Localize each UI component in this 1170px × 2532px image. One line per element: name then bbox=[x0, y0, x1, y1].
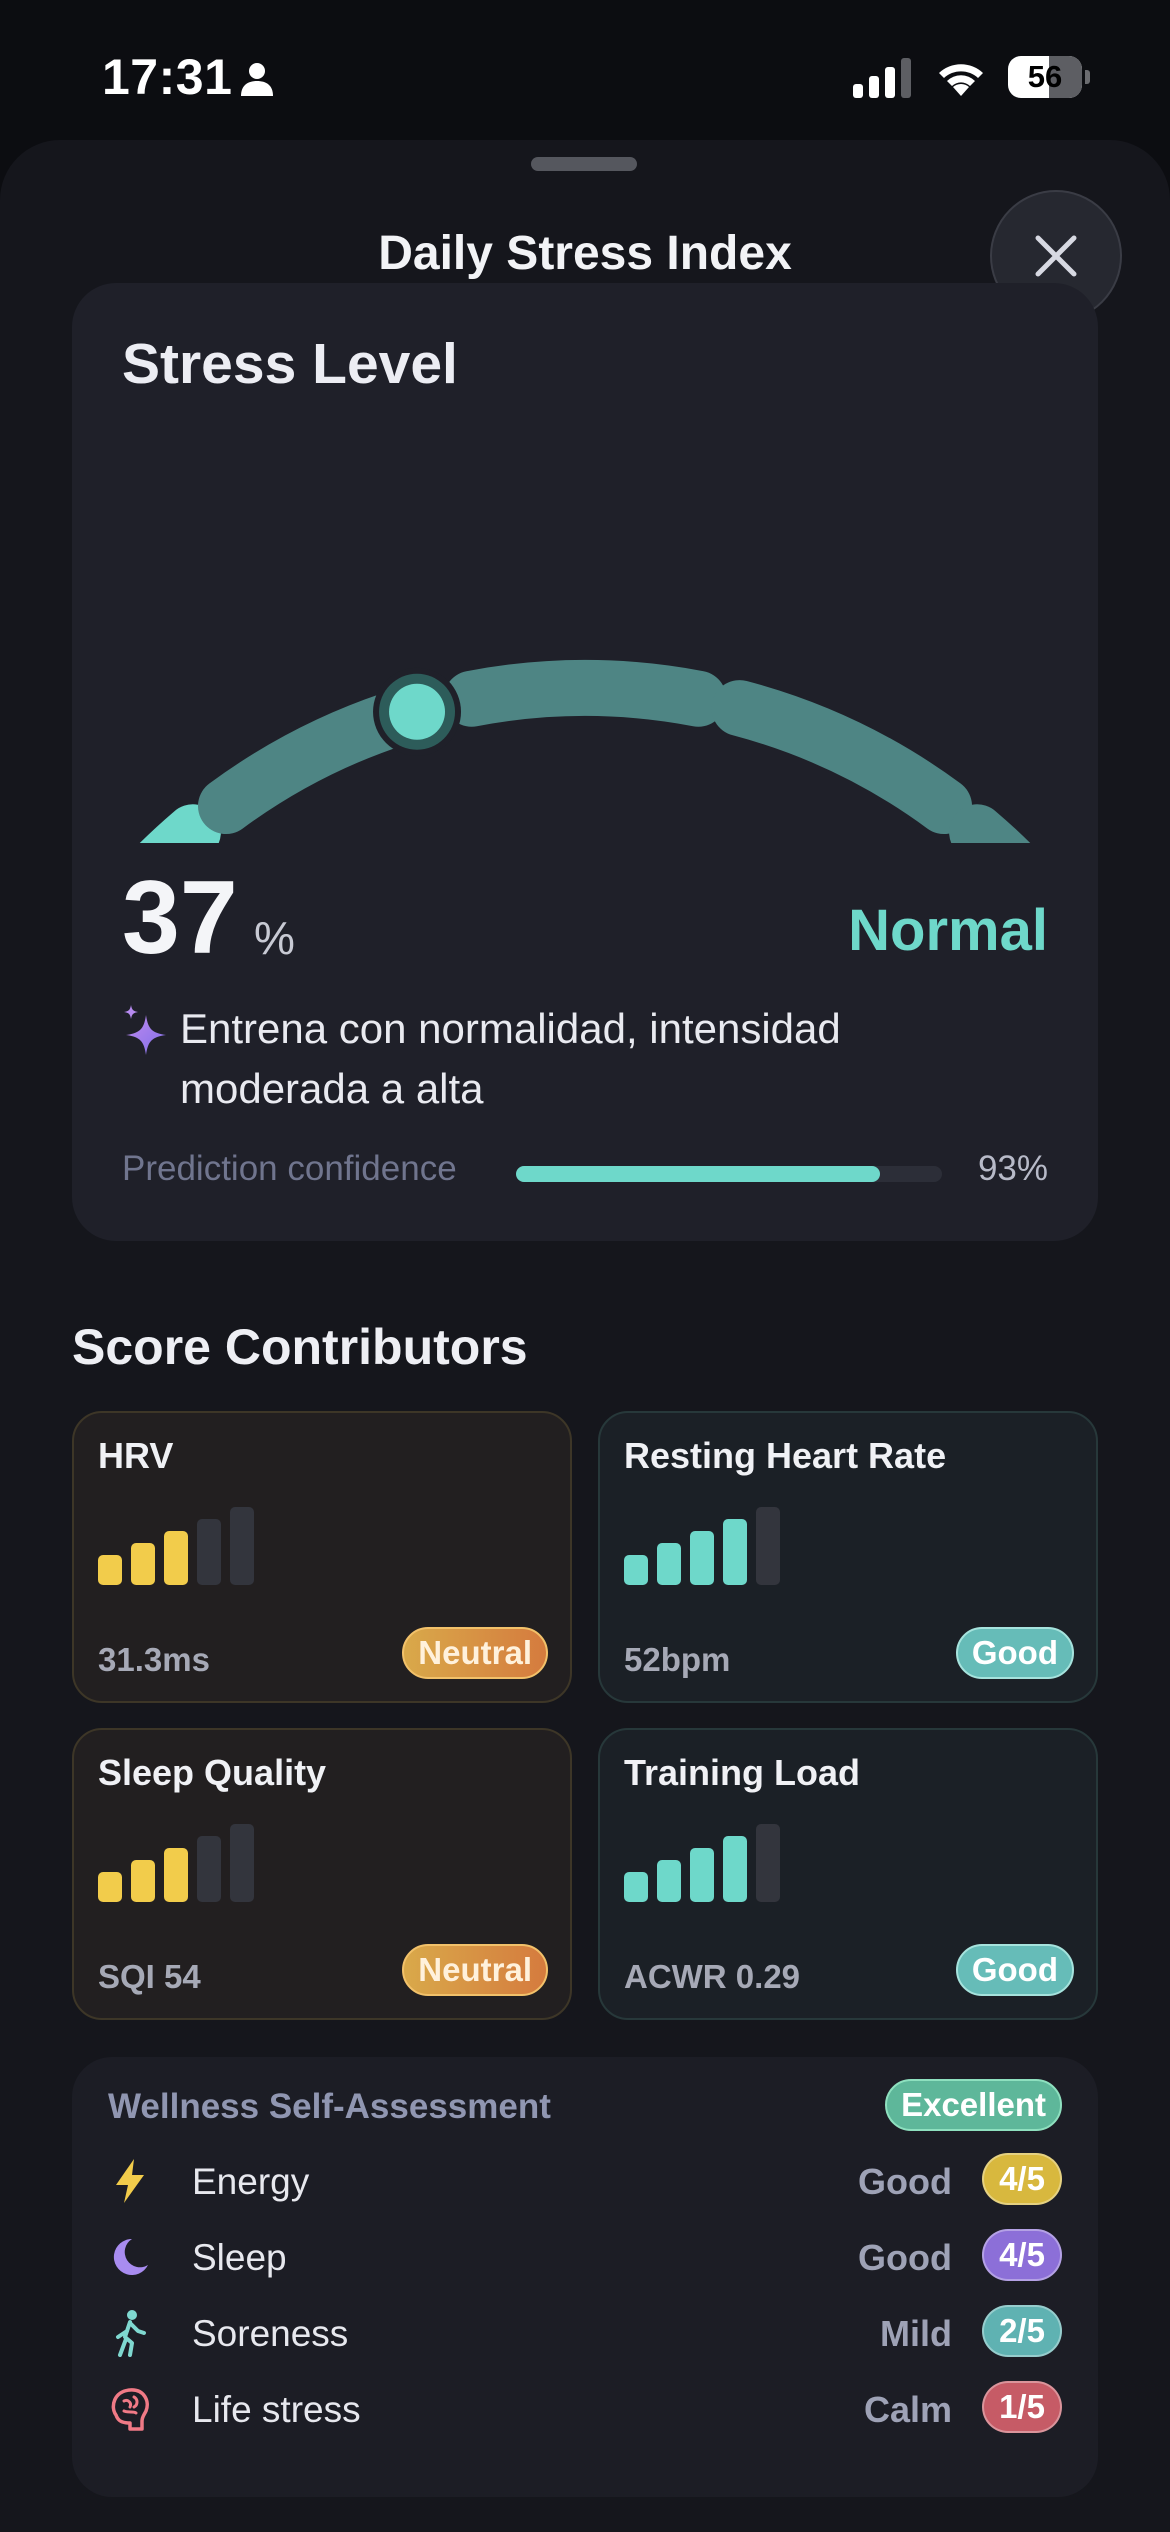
level-bar bbox=[624, 1555, 648, 1585]
contributor-name: HRV bbox=[98, 1435, 174, 1476]
level-bar bbox=[756, 1824, 780, 1902]
person-icon bbox=[241, 63, 273, 96]
wellness-status: Calm bbox=[863, 2389, 952, 2430]
lightning-icon bbox=[116, 2159, 144, 2203]
gauge-segment-5 bbox=[949, 804, 1031, 843]
confidence-bar-fill bbox=[516, 1166, 881, 1182]
level-bar bbox=[98, 1872, 122, 1902]
level-bar bbox=[131, 1543, 155, 1585]
gauge-segment-3 bbox=[443, 660, 727, 727]
level-bar bbox=[230, 1507, 254, 1585]
contributor-card-sleep-quality[interactable]: Sleep Quality SQI 54 Neutral bbox=[72, 1728, 572, 2020]
contributor-badge: Neutral bbox=[402, 1627, 548, 1679]
wellness-status: Good bbox=[858, 2237, 952, 2278]
battery-level: 56 bbox=[1027, 59, 1063, 94]
level-bar bbox=[624, 1872, 648, 1902]
sheet-grabber[interactable] bbox=[531, 157, 637, 171]
wellness-status: Mild bbox=[880, 2313, 952, 2354]
wellness-row-soreness: Soreness Mild 2/5 bbox=[108, 2301, 1062, 2365]
wellness-score-badge: 1/5 bbox=[982, 2381, 1062, 2433]
wellness-label: Energy bbox=[192, 2161, 310, 2202]
contributor-value: 52bpm bbox=[624, 1641, 731, 1678]
wellness-score-badge: 4/5 bbox=[982, 2153, 1062, 2205]
confidence-bar bbox=[516, 1166, 942, 1182]
level-bar bbox=[131, 1860, 155, 1902]
confidence-label: Prediction confidence bbox=[122, 1149, 457, 1188]
wellness-score-badge: 2/5 bbox=[982, 2305, 1062, 2357]
walking-person-icon bbox=[116, 2310, 146, 2357]
wellness-label: Sleep bbox=[192, 2237, 287, 2278]
contributor-badge: Good bbox=[955, 1627, 1074, 1679]
contributor-card-resting-heart-rate[interactable]: Resting Heart Rate 52bpm Good bbox=[598, 1411, 1098, 1703]
contributor-value: ACWR 0.29 bbox=[624, 1958, 801, 1995]
score-contributors-title: Score Contributors bbox=[72, 1319, 528, 1375]
wellness-score-badge: 4/5 bbox=[982, 2229, 1062, 2281]
confidence-value: 93% bbox=[977, 1149, 1048, 1188]
level-bar bbox=[230, 1824, 254, 1902]
gauge-indicator bbox=[389, 683, 446, 740]
sparkle-icon bbox=[124, 1005, 166, 1055]
contributor-value: SQI 54 bbox=[98, 1958, 201, 1995]
level-bar bbox=[756, 1507, 780, 1585]
contributor-badge: Good bbox=[955, 1944, 1074, 1996]
level-bar bbox=[657, 1543, 681, 1585]
wellness-row-energy: Energy Good 4/5 bbox=[108, 2149, 1062, 2213]
stress-score: 37 bbox=[122, 860, 238, 976]
wellness-self-assessment-card[interactable]: Wellness Self-Assessment Excellent Energ… bbox=[72, 2057, 1098, 2497]
brain-icon bbox=[111, 2388, 149, 2431]
battery-icon: 56 bbox=[1008, 56, 1090, 98]
stress-status: Normal bbox=[848, 898, 1048, 963]
gauge-segment-4 bbox=[711, 680, 973, 835]
contributor-name: Sleep Quality bbox=[98, 1752, 327, 1793]
status-bar: 17:31 56 bbox=[0, 0, 1170, 150]
contributor-card-training-load[interactable]: Training Load ACWR 0.29 Good bbox=[598, 1728, 1098, 2020]
moon-icon bbox=[113, 2238, 148, 2275]
wellness-overall-badge: Excellent bbox=[885, 2079, 1062, 2131]
wifi-icon bbox=[939, 64, 983, 96]
contributor-badge: Neutral bbox=[402, 1944, 548, 1996]
level-bar bbox=[690, 1848, 714, 1902]
level-bar bbox=[657, 1860, 681, 1902]
level-bar bbox=[690, 1531, 714, 1585]
stress-gauge bbox=[139, 660, 1031, 843]
level-bar bbox=[164, 1531, 188, 1585]
stress-score-unit: % bbox=[254, 912, 295, 964]
stress-level-card: Stress Level 37 % Normal Entrena con nor… bbox=[72, 283, 1098, 1241]
wellness-status: Good bbox=[858, 2161, 952, 2202]
contributor-name: Training Load bbox=[624, 1752, 861, 1793]
level-bar bbox=[98, 1555, 122, 1585]
wellness-row-life-stress: Life stress Calm 1/5 bbox=[108, 2377, 1062, 2441]
contributor-name: Resting Heart Rate bbox=[624, 1435, 947, 1476]
wellness-label: Soreness bbox=[192, 2313, 349, 2354]
level-bars bbox=[624, 1499, 784, 1585]
contributor-card-hrv[interactable]: HRV 31.3ms Neutral bbox=[72, 1411, 572, 1703]
level-bars bbox=[624, 1816, 784, 1902]
wellness-row-sleep: Sleep Good 4/5 bbox=[108, 2225, 1062, 2289]
gauge-segment-1 bbox=[139, 804, 221, 843]
close-icon bbox=[1035, 235, 1077, 277]
wellness-label: Life stress bbox=[192, 2389, 361, 2430]
level-bar bbox=[723, 1836, 747, 1902]
recommendation-text: Entrena con normalidad, intensidad moder… bbox=[180, 1005, 841, 1112]
wellness-title: Wellness Self-Assessment bbox=[108, 2087, 551, 2126]
cellular-signal-icon bbox=[853, 58, 911, 98]
contributor-value: 31.3ms bbox=[98, 1641, 210, 1678]
status-time: 17:31 bbox=[102, 49, 233, 105]
level-bar bbox=[164, 1848, 188, 1902]
level-bar bbox=[723, 1519, 747, 1585]
level-bar bbox=[197, 1836, 221, 1902]
level-bar bbox=[197, 1519, 221, 1585]
level-bars bbox=[98, 1816, 258, 1902]
level-bars bbox=[98, 1499, 258, 1585]
